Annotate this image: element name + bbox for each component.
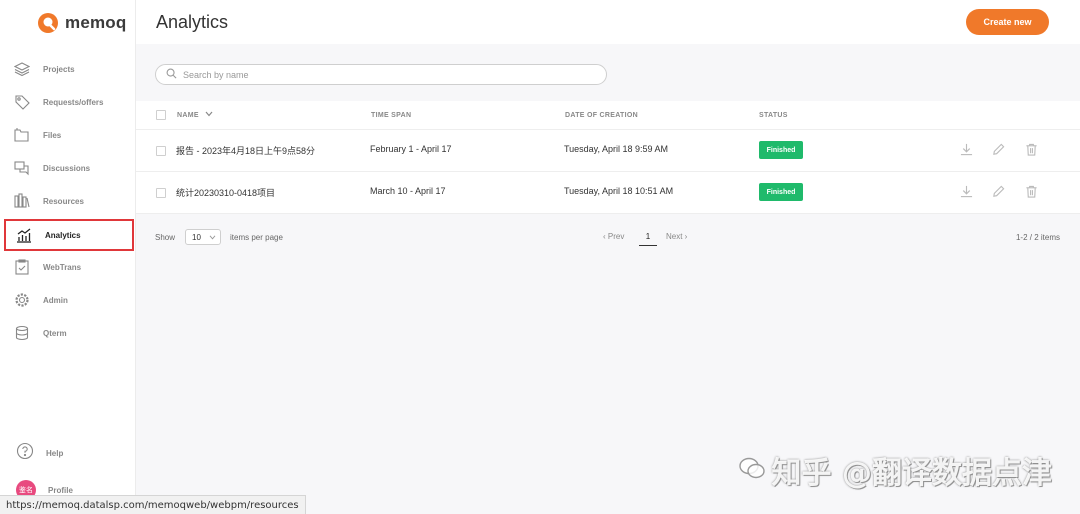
sidebar-item-projects[interactable]: Projects: [8, 55, 132, 83]
status-badge: Finished: [759, 183, 803, 201]
analysis-name[interactable]: 报告 - 2023年4月18日上午9点58分: [176, 144, 315, 157]
time-span: March 10 - April 17: [370, 186, 446, 196]
top-bar: Analytics Create new: [136, 0, 1080, 44]
sidebar-item-label: WebTrans: [43, 262, 82, 272]
analytics-table: NAME TIME SPAN DATE OF CREATION STATUS 报…: [136, 101, 1080, 214]
download-icon[interactable]: [959, 142, 973, 156]
items-range: 1-2 / 2 items: [1015, 233, 1060, 242]
help-icon: [16, 442, 34, 465]
watermark-text: 知乎 @翻译数据点津: [771, 456, 1052, 491]
select-all-checkbox[interactable]: [156, 110, 166, 120]
time-span: February 1 - April 17: [370, 144, 452, 154]
sidebar-item-qterm[interactable]: Qterm: [8, 319, 132, 347]
sidebar-item-label: Discussions: [43, 163, 91, 173]
library-icon: [13, 192, 31, 210]
prev-label: Prev: [607, 232, 625, 241]
analysis-name[interactable]: 统计20230310-0418项目: [176, 186, 275, 199]
sidebar-item-admin[interactable]: Admin: [8, 286, 132, 314]
sidebar-item-label: Admin: [43, 295, 68, 305]
status-bar-url: https://memoq.datalsp.com/memoqweb/webpm…: [0, 495, 306, 514]
column-header-name[interactable]: NAME: [177, 111, 213, 119]
search-input[interactable]: Search by name: [155, 64, 607, 85]
row-checkbox[interactable]: [156, 188, 166, 198]
sidebar-item-label: Projects: [43, 64, 75, 74]
chevron-down-icon: [205, 111, 213, 119]
database-icon: [13, 324, 31, 342]
create-new-button[interactable]: Create new: [966, 9, 1049, 35]
sidebar-item-label: Resources: [43, 196, 84, 206]
trash-icon[interactable]: [1024, 142, 1038, 156]
next-page-button[interactable]: Next ›: [666, 232, 687, 241]
trash-icon[interactable]: [1024, 184, 1038, 198]
chat-icon: [13, 159, 31, 177]
items-per-page-select[interactable]: 10: [185, 229, 221, 245]
date-of-creation: Tuesday, April 18 9:59 AM: [564, 144, 669, 154]
table-row[interactable]: 统计20230310-0418项目 March 10 - April 17 Tu…: [136, 172, 1080, 214]
sidebar-item-label: Qterm: [43, 328, 67, 338]
sidebar-item-label: Analytics: [45, 230, 81, 240]
edit-pencil-icon[interactable]: [991, 142, 1005, 156]
memoq-logo[interactable]: memoq: [37, 12, 126, 34]
page-title: Analytics: [156, 12, 229, 32]
folders-icon: [13, 126, 31, 144]
download-icon[interactable]: [959, 184, 973, 198]
clipboard-check-icon: [13, 258, 31, 276]
column-header-label: NAME: [177, 111, 199, 119]
search-icon: [166, 66, 177, 84]
sidebar-item-label: Requests/offers: [43, 97, 104, 107]
table-header: NAME TIME SPAN DATE OF CREATION STATUS: [136, 101, 1080, 130]
help-link[interactable]: Help: [16, 442, 63, 465]
search-placeholder: Search by name: [183, 69, 249, 80]
row-checkbox[interactable]: [156, 146, 166, 156]
gear-icon: [13, 291, 31, 309]
pagination-bar: Show 10 items per page ‹ Prev 1 Next › 1…: [136, 225, 1080, 249]
tag-icon: [13, 93, 31, 111]
page-number[interactable]: 1: [639, 232, 657, 246]
layers-icon: [13, 60, 31, 78]
sidebar-item-analytics[interactable]: Analytics: [4, 219, 134, 251]
watermark: 知乎 @翻译数据点津: [738, 448, 1052, 492]
next-label: Next: [666, 232, 683, 241]
items-per-page-label: items per page: [230, 233, 283, 242]
column-header-date-of-creation[interactable]: DATE OF CREATION: [565, 112, 638, 119]
chevron-down-icon: [209, 233, 216, 242]
brand-name: memoq: [65, 13, 127, 32]
sidebar-item-webtrans[interactable]: WebTrans: [8, 253, 132, 281]
sidebar-item-files[interactable]: Files: [8, 121, 132, 149]
prev-page-button[interactable]: ‹ Prev: [603, 232, 624, 241]
sidebar: memoq Projects Requests/offers Files Dis…: [0, 0, 136, 514]
sidebar-item-label: Files: [43, 130, 62, 140]
status-badge: Finished: [759, 141, 803, 159]
profile-label: Profile: [48, 485, 73, 495]
sidebar-item-requests[interactable]: Requests/offers: [8, 88, 132, 116]
per-page-value: 10: [192, 232, 201, 242]
sidebar-item-resources[interactable]: Resources: [8, 187, 132, 215]
column-header-status[interactable]: STATUS: [759, 112, 788, 119]
edit-pencil-icon[interactable]: [991, 184, 1005, 198]
help-label: Help: [46, 449, 64, 458]
memoq-logo-icon: [37, 12, 59, 34]
column-header-time-span[interactable]: TIME SPAN: [371, 112, 411, 119]
date-of-creation: Tuesday, April 18 10:51 AM: [564, 186, 674, 196]
wechat-icon: [738, 453, 766, 488]
sidebar-item-discussions[interactable]: Discussions: [8, 154, 132, 182]
analytics-chart-icon: [15, 226, 33, 244]
show-label: Show: [155, 233, 176, 242]
table-row[interactable]: 报告 - 2023年4月18日上午9点58分 February 1 - Apri…: [136, 130, 1080, 172]
